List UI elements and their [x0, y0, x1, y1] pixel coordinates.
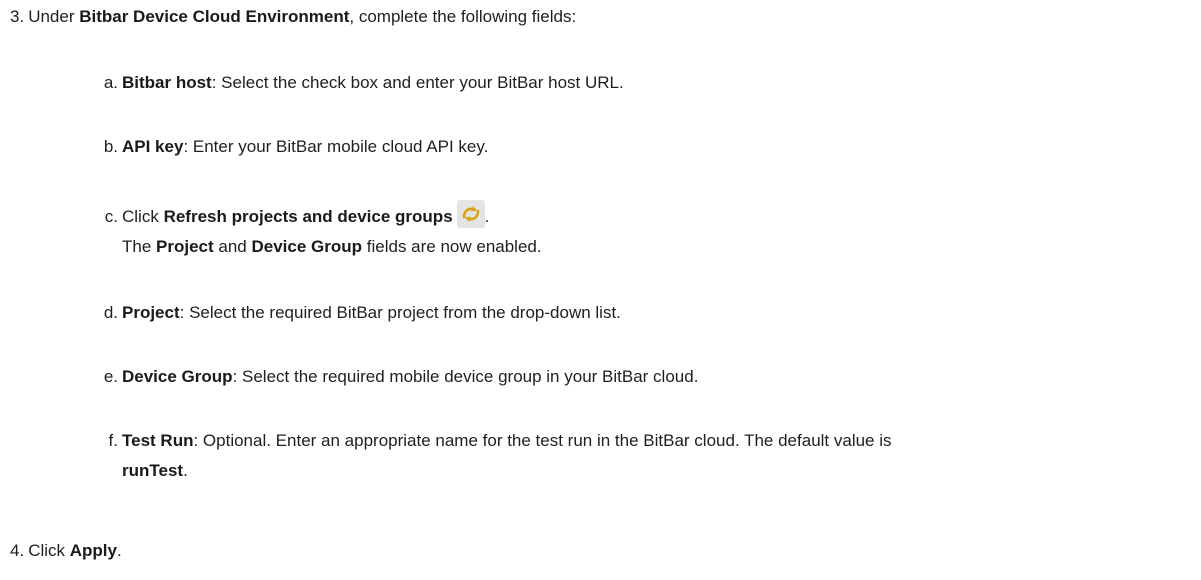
field-name: Test Run: [122, 431, 194, 450]
list-item-test-run: f. Test Run: Optional. Enter an appropria…: [92, 430, 892, 482]
list-item-refresh: c. Click Refresh projects and device grou…: [92, 200, 542, 258]
action-name: Apply: [69, 541, 117, 560]
field-name: Bitbar host: [122, 73, 212, 92]
step-number: 4.: [10, 541, 25, 560]
field-name: Project: [122, 303, 180, 322]
list-item-api-key: b. API key: Enter your BitBar mobile clou…: [103, 137, 489, 156]
section-name: Bitbar Device Cloud Environment: [79, 7, 350, 26]
action-name: Refresh projects and device groups: [163, 207, 453, 226]
field-name: Device Group: [122, 367, 233, 386]
list-item-device-group: e. Device Group: Select the required mobi…: [103, 367, 699, 386]
refresh-icon: [456, 200, 485, 228]
field-name: API key: [122, 137, 184, 156]
step-number: 3.: [10, 7, 25, 26]
list-item-bitbar-host: a. Bitbar host: Select the check box and …: [103, 73, 624, 92]
default-value: runTest.: [122, 461, 188, 480]
list-item-project: d. Project: Select the required BitBar pr…: [103, 303, 621, 322]
step-4: 4. Click Apply.: [10, 541, 122, 560]
step-result-note: The Project and Device Group fields are …: [122, 237, 542, 256]
step-3: 3. Under Bitbar Device Cloud Environment,…: [10, 7, 577, 26]
